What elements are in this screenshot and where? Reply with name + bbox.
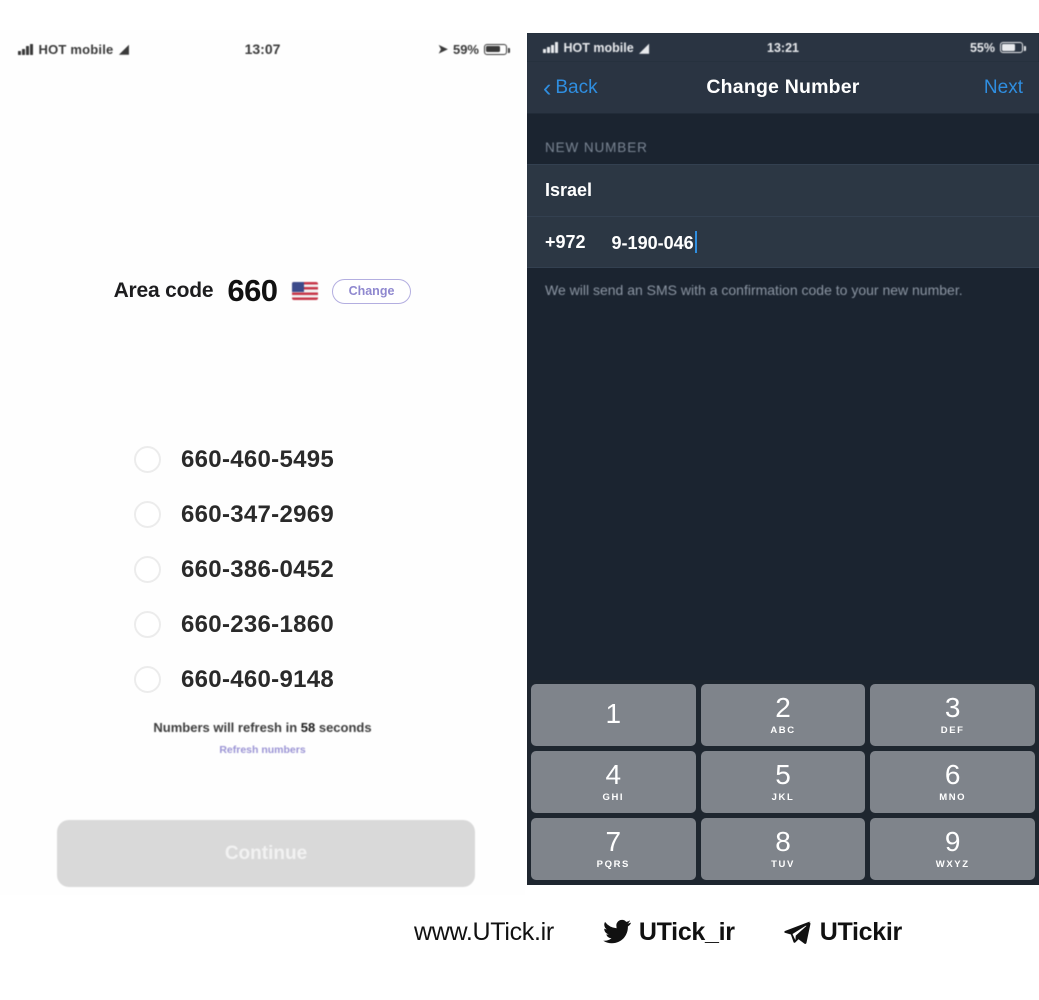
- battery-percent: 59%: [452, 41, 479, 57]
- right-status-bar: HOT mobile ◢ 13:21 55%: [527, 33, 1039, 62]
- battery-icon: [484, 43, 510, 55]
- phone-number-input[interactable]: 9-190-046: [611, 230, 698, 254]
- radio-button[interactable]: [134, 556, 161, 583]
- key-8[interactable]: 8 TUV: [700, 818, 866, 880]
- list-item[interactable]: 660-347-2969: [0, 487, 525, 542]
- key-digit: 7: [605, 826, 622, 857]
- list-item[interactable]: 660-460-9148: [0, 652, 525, 707]
- area-code-value: 660: [227, 273, 278, 308]
- website-label: www.UTick.ir: [414, 917, 554, 946]
- phone-number-label: 660-460-9148: [181, 665, 335, 693]
- key-1[interactable]: 1: [531, 684, 696, 746]
- chevron-left-icon: ‹: [543, 73, 552, 102]
- telegram-brand: UTickir: [781, 917, 902, 947]
- phone-number-list: 660-460-5495 660-347-2969 660-386-0452 6…: [0, 432, 525, 707]
- navigation-bar: ‹ Back Change Number Next: [527, 62, 1039, 114]
- footer-branding: www.UTick.ir UTick_ir UTickir: [400, 902, 1039, 962]
- numeric-keypad: 1 2 ABC 3 DEF 4 GHI 5 JKL 6 MNO 7 PQRS 8…: [527, 680, 1039, 885]
- list-item[interactable]: 660-236-1860: [0, 597, 525, 652]
- key-letters: DEF: [940, 725, 965, 736]
- key-6[interactable]: 6 MNO: [870, 751, 1036, 813]
- change-area-code-button[interactable]: Change: [331, 278, 412, 304]
- sms-footnote: We will send an SMS with a confirmation …: [545, 282, 963, 298]
- country-value: Israel: [545, 180, 593, 200]
- key-digit: 2: [775, 692, 791, 723]
- back-button-label: Back: [555, 76, 598, 98]
- radio-button[interactable]: [134, 666, 161, 693]
- list-item[interactable]: 660-460-5495: [0, 432, 525, 487]
- section-header-new-number: NEW NUMBER: [545, 140, 648, 155]
- refresh-countdown-text: Numbers will refresh in 58 seconds: [0, 720, 525, 735]
- us-flag-icon: [291, 282, 318, 300]
- website-brand: www.UTick.ir: [414, 918, 554, 947]
- twitter-bird-icon: [603, 919, 631, 944]
- right-phone-screenshot: HOT mobile ◢ 13:21 55% ‹ Back Change Num…: [527, 33, 1039, 885]
- radio-button[interactable]: [134, 611, 161, 638]
- left-status-right: ➤ 59%: [437, 41, 510, 57]
- right-status-right: 55%: [969, 40, 1026, 55]
- key-4[interactable]: 4 GHI: [531, 751, 696, 813]
- key-letters: WXYZ: [935, 859, 970, 870]
- twitter-brand: UTick_ir: [600, 917, 735, 947]
- radio-button[interactable]: [134, 501, 161, 528]
- refresh-numbers-link[interactable]: Refresh numbers: [0, 744, 525, 756]
- key-7[interactable]: 7 PQRS: [531, 818, 696, 880]
- radio-button[interactable]: [134, 446, 161, 473]
- twitter-handle-label: UTick_ir: [638, 917, 735, 946]
- key-3[interactable]: 3 DEF: [870, 684, 1036, 746]
- country-code-value: +972: [545, 231, 586, 252]
- back-button[interactable]: ‹ Back: [543, 73, 598, 102]
- key-digit: 6: [944, 759, 961, 790]
- key-digit: 8: [775, 826, 791, 857]
- key-digit: 3: [944, 692, 961, 723]
- refresh-suffix: seconds: [315, 720, 372, 735]
- phone-number-value: 9-190-046: [611, 232, 694, 253]
- key-9[interactable]: 9 WXYZ: [870, 818, 1036, 880]
- screenshot-root: HOT mobile ◢ 13:07 ➤ 59% Area code 660 C…: [0, 0, 1039, 1000]
- phone-number-label: 660-386-0452: [181, 555, 335, 583]
- key-2[interactable]: 2 ABC: [700, 684, 866, 746]
- continue-button[interactable]: Continue: [57, 820, 475, 887]
- next-button[interactable]: Next: [984, 77, 1023, 99]
- key-digit: 4: [605, 759, 622, 790]
- key-letters: GHI: [602, 792, 625, 803]
- status-time: 13:21: [767, 40, 799, 55]
- key-digit: 1: [605, 697, 622, 729]
- phone-number-row[interactable]: +972 9-190-046: [527, 216, 1039, 268]
- battery-icon: [1000, 42, 1026, 53]
- key-letters: MNO: [939, 792, 967, 803]
- battery-percent: 55%: [969, 40, 995, 55]
- phone-number-label: 660-236-1860: [181, 610, 335, 638]
- left-status-bar: HOT mobile ◢ 13:07 ➤ 59%: [0, 30, 525, 68]
- country-row[interactable]: Israel: [527, 164, 1039, 216]
- key-letters: ABC: [770, 725, 796, 736]
- telegram-plane-icon: [784, 921, 811, 944]
- area-code-label: Area code: [113, 279, 214, 302]
- refresh-seconds: 58: [300, 720, 316, 735]
- telegram-handle-label: UTickir: [819, 917, 903, 946]
- key-letters: PQRS: [596, 859, 630, 870]
- key-letters: JKL: [771, 792, 795, 803]
- key-5[interactable]: 5 JKL: [700, 751, 866, 813]
- key-digit: 9: [944, 826, 961, 857]
- phone-number-label: 660-460-5495: [181, 445, 335, 473]
- text-cursor: [694, 230, 698, 253]
- key-letters: TUV: [771, 859, 795, 870]
- keypad-row: 4 GHI 5 JKL 6 MNO: [527, 751, 1039, 818]
- refresh-prefix: Numbers will refresh in: [153, 720, 301, 735]
- key-digit: 5: [775, 759, 791, 790]
- keypad-row: 7 PQRS 8 TUV 9 WXYZ: [527, 818, 1039, 885]
- page-title: Change Number: [706, 76, 860, 98]
- phone-number-label: 660-347-2969: [181, 500, 335, 528]
- list-item[interactable]: 660-386-0452: [0, 542, 525, 597]
- location-arrow-icon: ➤: [437, 42, 448, 56]
- area-code-row: Area code 660 Change: [0, 273, 525, 309]
- left-phone-screenshot: HOT mobile ◢ 13:07 ➤ 59% Area code 660 C…: [0, 30, 525, 895]
- refresh-block: Numbers will refresh in 58 seconds Refre…: [0, 720, 525, 756]
- keypad-row: 1 2 ABC 3 DEF: [527, 684, 1039, 751]
